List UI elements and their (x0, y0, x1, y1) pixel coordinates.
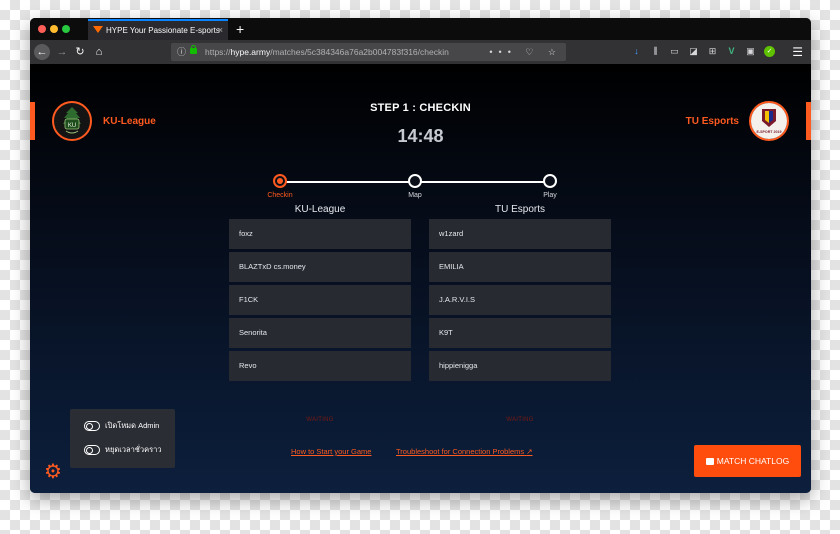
step-progress: Checkin Map Play (267, 174, 557, 204)
maximize-window-button[interactable] (62, 25, 70, 33)
reload-icon[interactable]: ↻ (72, 44, 88, 60)
page-actions-icons[interactable]: ••• ♡ ☆ (489, 43, 562, 61)
countdown-timer: 14:48 (397, 126, 444, 146)
download-icon[interactable]: ↓ (631, 46, 642, 57)
player-row: J.A.R.V.I.S (429, 285, 611, 315)
left-status: WAITING (306, 417, 334, 423)
hype-favicon-icon (93, 26, 103, 33)
left-roster: foxz BLAZTxD cs.money F1CK Senorita Revo (229, 219, 411, 384)
player-row: hippienigga (429, 351, 611, 381)
step-title: STEP 1 : CHECKIN (370, 102, 471, 114)
troubleshoot-link-label: Troubleshoot for Connection Problems (396, 447, 525, 456)
url-prefix: https:// (205, 47, 231, 57)
player-row: foxz (229, 219, 411, 249)
extension-icon[interactable]: ▣ (745, 46, 756, 57)
back-arrow-icon[interactable]: ← (34, 44, 50, 60)
gear-icon[interactable]: ⚙ (44, 462, 62, 482)
screenshot-icon[interactable]: ◪ (688, 46, 699, 57)
player-row: w1zard (429, 219, 611, 249)
pause-timer-toggle-row[interactable]: หยุดเวลาชั่วคราว (84, 444, 162, 456)
browser-tab[interactable]: HYPE Your Passionate E-sports × (88, 19, 228, 40)
player-row: Revo (229, 351, 411, 381)
troubleshoot-link[interactable]: Troubleshoot for Connection Problems ↗ (396, 447, 533, 456)
forward-arrow-icon[interactable]: → (54, 44, 70, 60)
url-bar[interactable]: ⓘ https://hype.army/matches/5c384346a76a… (171, 43, 566, 61)
match-chatlog-label: MATCH CHATLOG (716, 456, 790, 466)
chat-bubble-icon (705, 458, 714, 465)
minimize-window-button[interactable] (50, 25, 58, 33)
match-chatlog-button[interactable]: MATCH CHATLOG (694, 445, 801, 477)
step-checkin-label: Checkin (267, 192, 293, 199)
navigation-bar: ← → ↻ ⌂ ⓘ https://hype.army/matches/5c38… (30, 40, 811, 64)
new-tab-button[interactable]: + (236, 19, 244, 39)
sidebar-icon[interactable]: ▭ (669, 46, 680, 57)
check-extension-icon[interactable]: ✓ (764, 46, 775, 57)
step-map-marker (408, 174, 422, 188)
hamburger-menu-icon[interactable]: ☰ (792, 44, 803, 60)
browser-window: HYPE Your Passionate E-sports × + ← → ↻ … (30, 18, 811, 493)
player-row: BLAZTxD cs.money (229, 252, 411, 282)
step-play-label: Play (543, 192, 557, 199)
info-icon[interactable]: ⓘ (177, 43, 186, 61)
right-roster-title: TU Esports (494, 204, 545, 215)
step-checkin-marker (273, 174, 287, 188)
left-roster-title: KU-League (294, 204, 346, 215)
library-icon[interactable]: ⫼ (650, 46, 661, 57)
match-page: KU KU-League E-SPORT 2019 TU Esports STE… (30, 64, 811, 493)
gamepad-icon[interactable]: ⊞ (707, 46, 718, 57)
lock-icon (190, 45, 197, 54)
admin-mode-toggle-row[interactable]: เปิดโหมด Admin (84, 420, 159, 432)
admin-panel: เปิดโหมด Admin หยุดเวลาชั่วคราว (70, 409, 175, 468)
external-link-icon: ↗ (526, 447, 533, 456)
how-to-start-link[interactable]: How to Start your Game (291, 447, 371, 456)
tab-strip: HYPE Your Passionate E-sports × + (30, 18, 811, 40)
url-host: hype.army (230, 47, 271, 57)
toolbar-icons: ↓ ⫼ ▭ ◪ ⊞ V ▣ ✓ (631, 44, 775, 60)
admin-mode-label: เปิดโหมด Admin (105, 421, 160, 430)
admin-mode-toggle[interactable] (84, 421, 100, 431)
vue-devtools-icon[interactable]: V (726, 46, 737, 57)
tab-close-icon[interactable]: × (218, 21, 223, 40)
url-path: /matches/5c384346a76a2b004783f316/checki… (270, 47, 449, 57)
close-window-button[interactable] (38, 25, 46, 33)
tab-title: HYPE Your Passionate E-sports (106, 26, 220, 35)
player-row: Senorita (229, 318, 411, 348)
step-map-label: Map (408, 192, 422, 199)
right-roster: w1zard EMILIA J.A.R.V.I.S K9T hippienigg… (429, 219, 611, 384)
right-status: WAITING (506, 417, 534, 423)
home-icon[interactable]: ⌂ (91, 44, 107, 60)
pause-timer-label: หยุดเวลาชั่วคราว (105, 445, 162, 454)
player-row: K9T (429, 318, 611, 348)
player-row: F1CK (229, 285, 411, 315)
player-row: EMILIA (429, 252, 611, 282)
pause-timer-toggle[interactable] (84, 445, 100, 455)
step-play-marker (543, 174, 557, 188)
